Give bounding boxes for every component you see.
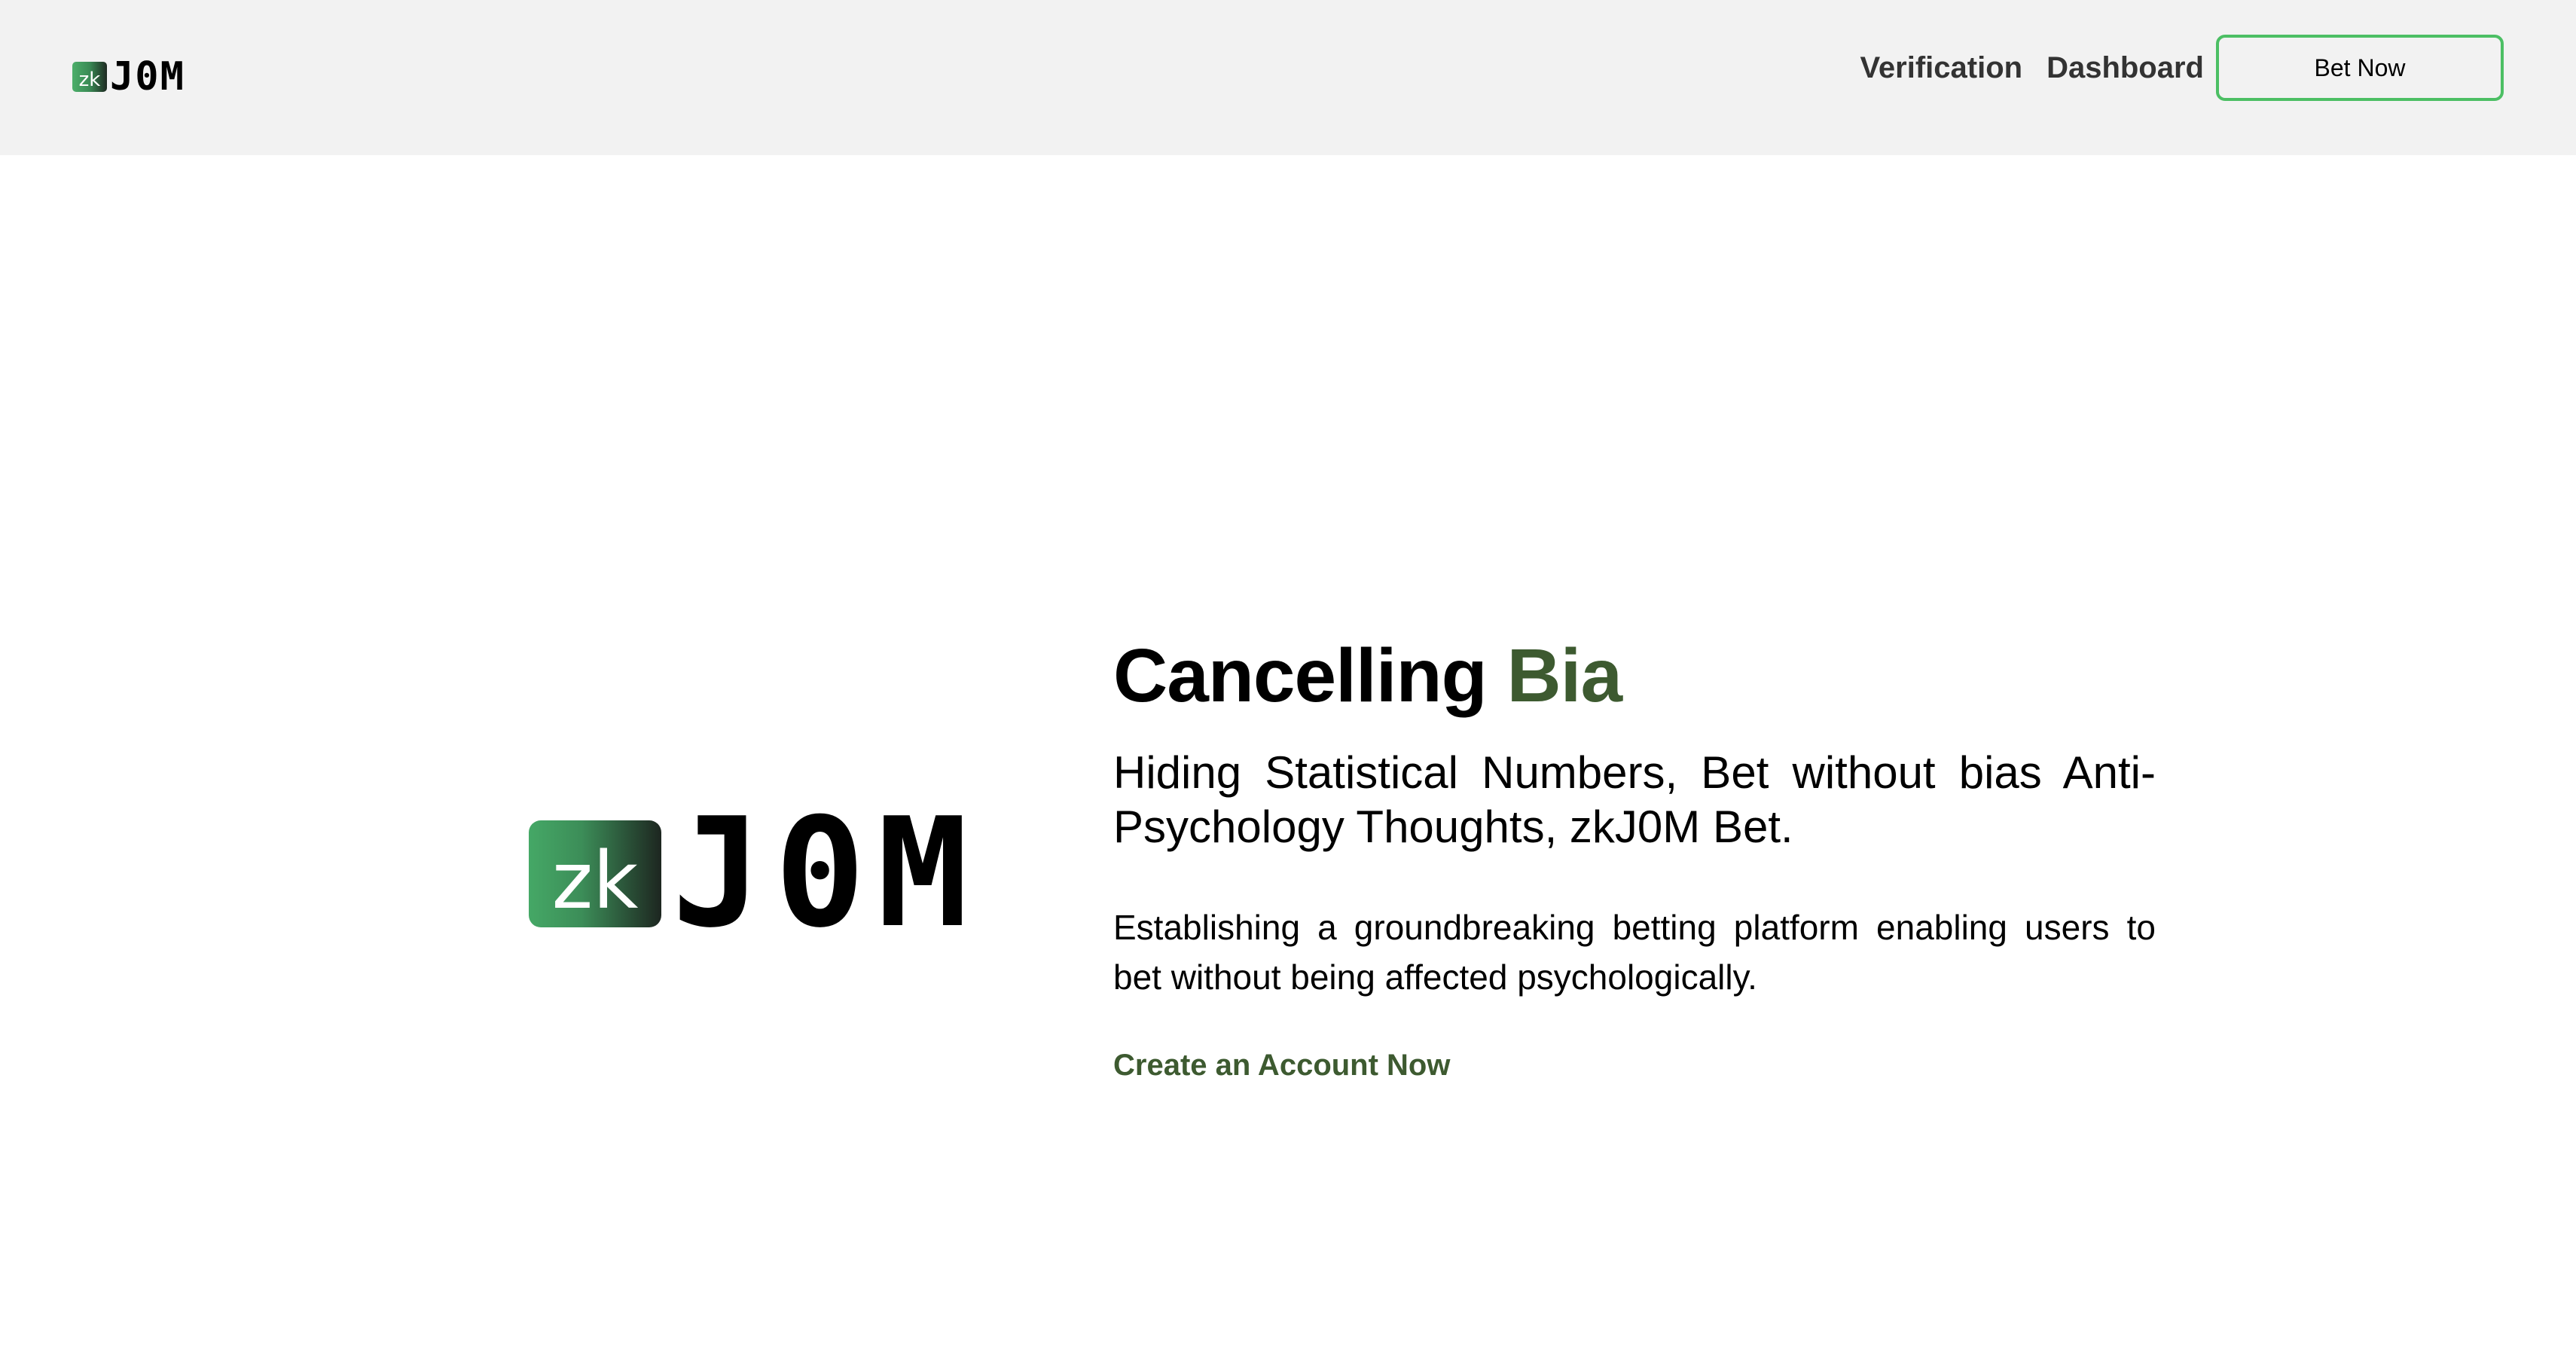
nav-link-dashboard[interactable]: Dashboard [2046, 51, 2204, 85]
logo-wordmark: J0M [110, 54, 185, 99]
brand-logo[interactable]: zk J0M [72, 54, 185, 99]
nav-link-verification[interactable]: Verification [1860, 51, 2022, 85]
main-nav: Verification Dashboard Bet Now [1860, 35, 2504, 101]
hero-subtitle: Hiding Statistical Numbers, Bet without … [1113, 747, 2156, 852]
hero-logo: zk J0M [529, 799, 980, 949]
headline-main: Cancelling [1113, 634, 1488, 718]
headline-accent: Bia [1506, 634, 1622, 718]
hero-logo-wordmark: J0M [672, 786, 981, 961]
top-header: zk J0M Verification Dashboard Bet Now [0, 0, 2576, 155]
hero-headline: Cancelling Bia [1113, 634, 2156, 717]
hero-logo-badge: zk [529, 820, 661, 927]
logo-badge: zk [72, 62, 107, 92]
hero-content: Cancelling Bia Hiding Statistical Number… [1113, 634, 2156, 1083]
hero-description: Establishing a groundbreaking betting pl… [1113, 908, 2156, 997]
create-account-link[interactable]: Create an Account Now [1113, 1049, 1450, 1083]
bet-now-button[interactable]: Bet Now [2216, 35, 2504, 101]
